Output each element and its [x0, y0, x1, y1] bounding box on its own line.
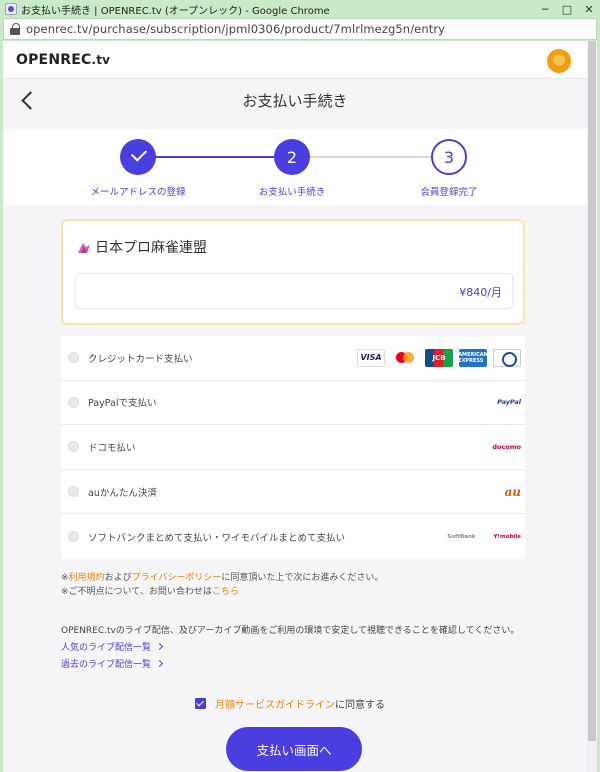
info-text: OPENREC.tvのライブ配信、及びアーカイブ動画をご利用の環境で安定して視聴… — [61, 626, 520, 636]
paypal-logo: PayPal — [497, 398, 521, 406]
scrollbar-thumb[interactable] — [588, 41, 596, 741]
step-3-label: 会員登録完了 — [420, 187, 478, 198]
scrollbar[interactable] — [587, 41, 597, 772]
radio-button[interactable] — [68, 441, 79, 453]
page-title: お支払い手続き — [242, 92, 348, 110]
past-live-link[interactable]: 過去のライブ配信一覧 — [61, 657, 519, 674]
progress-stepper: 2 3 メールアドレスの登録 お支払い手続き 会員登録完了 — [3, 129, 587, 205]
agree-checkbox[interactable] — [195, 698, 206, 709]
guideline-agreement: 月額サービスガイドライン に同意する — [195, 696, 385, 711]
ymobile-icon: Y!mobile — [493, 533, 521, 540]
payment-option-docomo[interactable]: ドコモ払い docomo — [61, 425, 525, 470]
terms-link[interactable]: 利用規約 — [69, 573, 105, 583]
guideline-link[interactable]: 月額サービスガイドライン — [215, 696, 335, 711]
popular-live-link[interactable]: 人気のライブ配信一覧 — [61, 640, 519, 657]
terms-notes: ※利用規約およびプライバシーポリシーに同意頂いた上で次にお進みください。 ※ご不… — [61, 571, 383, 599]
avatar[interactable] — [547, 49, 571, 73]
maximize-button[interactable]: □ — [556, 0, 578, 18]
price-box: ¥840/月 — [75, 273, 513, 309]
radio-button[interactable] — [68, 486, 79, 498]
favicon-icon — [5, 3, 17, 15]
diners-club-icon — [493, 348, 521, 367]
payment-label: auかんたん決済 — [88, 487, 157, 499]
chevron-right-icon — [155, 642, 164, 651]
au-icon: au — [504, 484, 522, 499]
popular-live-label: 人気のライブ配信一覧 — [61, 643, 152, 653]
contact-line: ※ご不明点について、お問い合わせはこちら — [61, 585, 383, 599]
step-2-circle: 2 — [274, 139, 310, 175]
window-titlebar: お支払い手続き | OPENREC.tv (オープンレック) - Google … — [0, 0, 600, 18]
step-connector-complete — [140, 156, 274, 158]
and-text: および — [104, 573, 132, 583]
close-button[interactable]: ✕ — [578, 0, 600, 18]
terms-line: ※利用規約およびプライバシーポリシーに同意頂いた上で次にお進みください。 — [61, 571, 383, 585]
docomo-logo: docomo — [492, 443, 521, 451]
openrec-logo[interactable]: OPENREC.tv — [16, 52, 110, 68]
step-3-circle: 3 — [431, 139, 467, 175]
amex-icon: AMERICAN EXPRESS — [458, 348, 488, 367]
playback-info: OPENREC.tvのライブ配信、及びアーカイブ動画をご利用の環境で安定して視聴… — [61, 623, 519, 674]
paypal-icon: PayPal — [497, 398, 521, 407]
payment-label: PayPalで支払い — [88, 398, 157, 410]
agree-suffix: に同意する — [335, 700, 385, 711]
contact-prefix: ※ご不明点について、お問い合わせは — [61, 587, 212, 597]
past-live-label: 過去のライブ配信一覧 — [61, 660, 152, 670]
contact-link[interactable]: こちら — [212, 587, 239, 597]
logo-text: OPENREC — [16, 52, 92, 68]
payment-label: ドコモ払い — [88, 442, 136, 454]
proceed-to-payment-button[interactable]: 支払い画面へ — [226, 727, 362, 771]
window-title: お支払い手続き | OPENREC.tv (オープンレック) - Google … — [21, 5, 330, 17]
step-connector-pending — [310, 156, 434, 158]
privacy-policy-link[interactable]: プライバシーポリシー — [132, 573, 222, 583]
au-logo: au — [505, 485, 522, 499]
payment-label: ソフトバンクまとめて支払い・ワイモバイルまとめて支払い — [88, 532, 345, 544]
chevron-right-icon — [155, 659, 164, 668]
card-logos: VISA JCB AMERICAN EXPRESS — [357, 348, 521, 367]
mastercard-icon — [391, 349, 419, 367]
page-content: OPENREC.tv お支払い手続き 2 3 メールアドレスの登録 お支払い手続… — [3, 41, 587, 772]
docomo-icon: docomo — [492, 442, 521, 451]
lock-icon — [10, 23, 20, 35]
payment-option-au[interactable]: auかんたん決済 au — [61, 470, 525, 515]
channel-icon — [78, 243, 90, 253]
step-2-label: お支払い手続き — [258, 187, 326, 198]
softbank-icon: SoftBank — [447, 533, 476, 540]
minimize-button[interactable]: ─ — [534, 0, 556, 18]
payment-option-softbank[interactable]: ソフトバンクまとめて支払い・ワイモバイルまとめて支払い SoftBank Y!m… — [61, 514, 525, 559]
product-price: ¥840/月 — [459, 286, 502, 299]
radio-button[interactable] — [68, 396, 79, 408]
payment-option-paypal[interactable]: PayPalで支払い PayPal — [61, 381, 525, 426]
visa-icon: VISA — [357, 348, 385, 367]
carrier-logos: SoftBank Y!mobile — [447, 534, 521, 540]
logo-tv-text: .tv — [91, 53, 111, 67]
site-header: OPENREC.tv — [3, 41, 587, 79]
note-prefix: ※ — [61, 573, 69, 583]
step-1-check-icon — [120, 139, 156, 175]
jcb-icon: JCB — [425, 348, 453, 367]
address-bar[interactable]: openrec.tv/purchase/subscription/jpml030… — [3, 18, 597, 40]
payment-option-credit-card[interactable]: クレジットカード支払い VISA JCB AMERICAN EXPRESS — [61, 336, 525, 381]
agree-text: に同意頂いた上で次にお進みください。 — [221, 573, 384, 583]
payment-label: クレジットカード支払い — [88, 353, 193, 365]
step-1-label: メールアドレスの登録 — [90, 187, 186, 198]
radio-button[interactable] — [68, 352, 79, 364]
payment-method-list: クレジットカード支払い VISA JCB AMERICAN EXPRESS Pa… — [61, 336, 525, 559]
product-name: 日本プロ麻雀連盟 — [95, 240, 207, 256]
radio-button[interactable] — [68, 531, 79, 543]
title-row: お支払い手続き — [3, 79, 587, 127]
window-controls: ─ □ ✕ — [534, 0, 600, 18]
url-text[interactable]: openrec.tv/purchase/subscription/jpml030… — [26, 22, 445, 36]
product-card: 日本プロ麻雀連盟 ¥840/月 — [61, 219, 525, 325]
